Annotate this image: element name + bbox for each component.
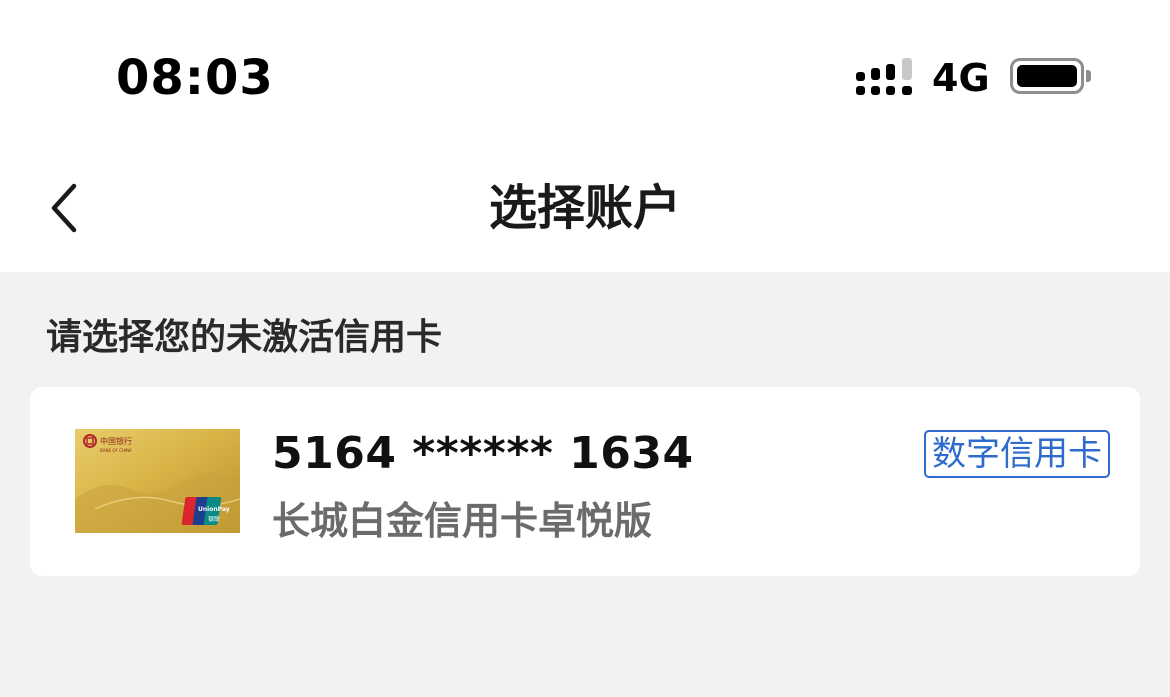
digital-card-badge: 数字信用卡: [924, 430, 1110, 478]
battery-icon: [1010, 58, 1084, 94]
battery-cap: [1086, 70, 1091, 82]
clock-time: 08:03: [116, 50, 274, 106]
status-bar: 08:03 4G: [0, 0, 1170, 150]
svg-text:银联: 银联: [208, 515, 220, 523]
card-number: 5164 ****** 1634: [272, 428, 694, 479]
battery-level: [1017, 65, 1077, 87]
credit-card-list-item[interactable]: 中国银行 BANK OF CHINA UnionPay 银联 5164 ****…: [30, 387, 1140, 576]
page-title: 选择账户: [488, 180, 681, 236]
svg-text:UnionPay: UnionPay: [198, 506, 230, 513]
section-label: 请选择您的未激活信用卡: [46, 317, 443, 358]
svg-text:BANK OF CHINA: BANK OF CHINA: [100, 448, 132, 453]
credit-card-thumbnail: 中国银行 BANK OF CHINA UnionPay 银联: [75, 429, 240, 533]
card-product-name: 长城白金信用卡卓悦版: [272, 499, 653, 543]
cellular-signal-icon: [856, 58, 912, 95]
network-type: 4G: [932, 56, 990, 100]
bank-logo-text: 中国银行: [100, 436, 132, 446]
nav-bar: 选择账户: [0, 150, 1170, 272]
